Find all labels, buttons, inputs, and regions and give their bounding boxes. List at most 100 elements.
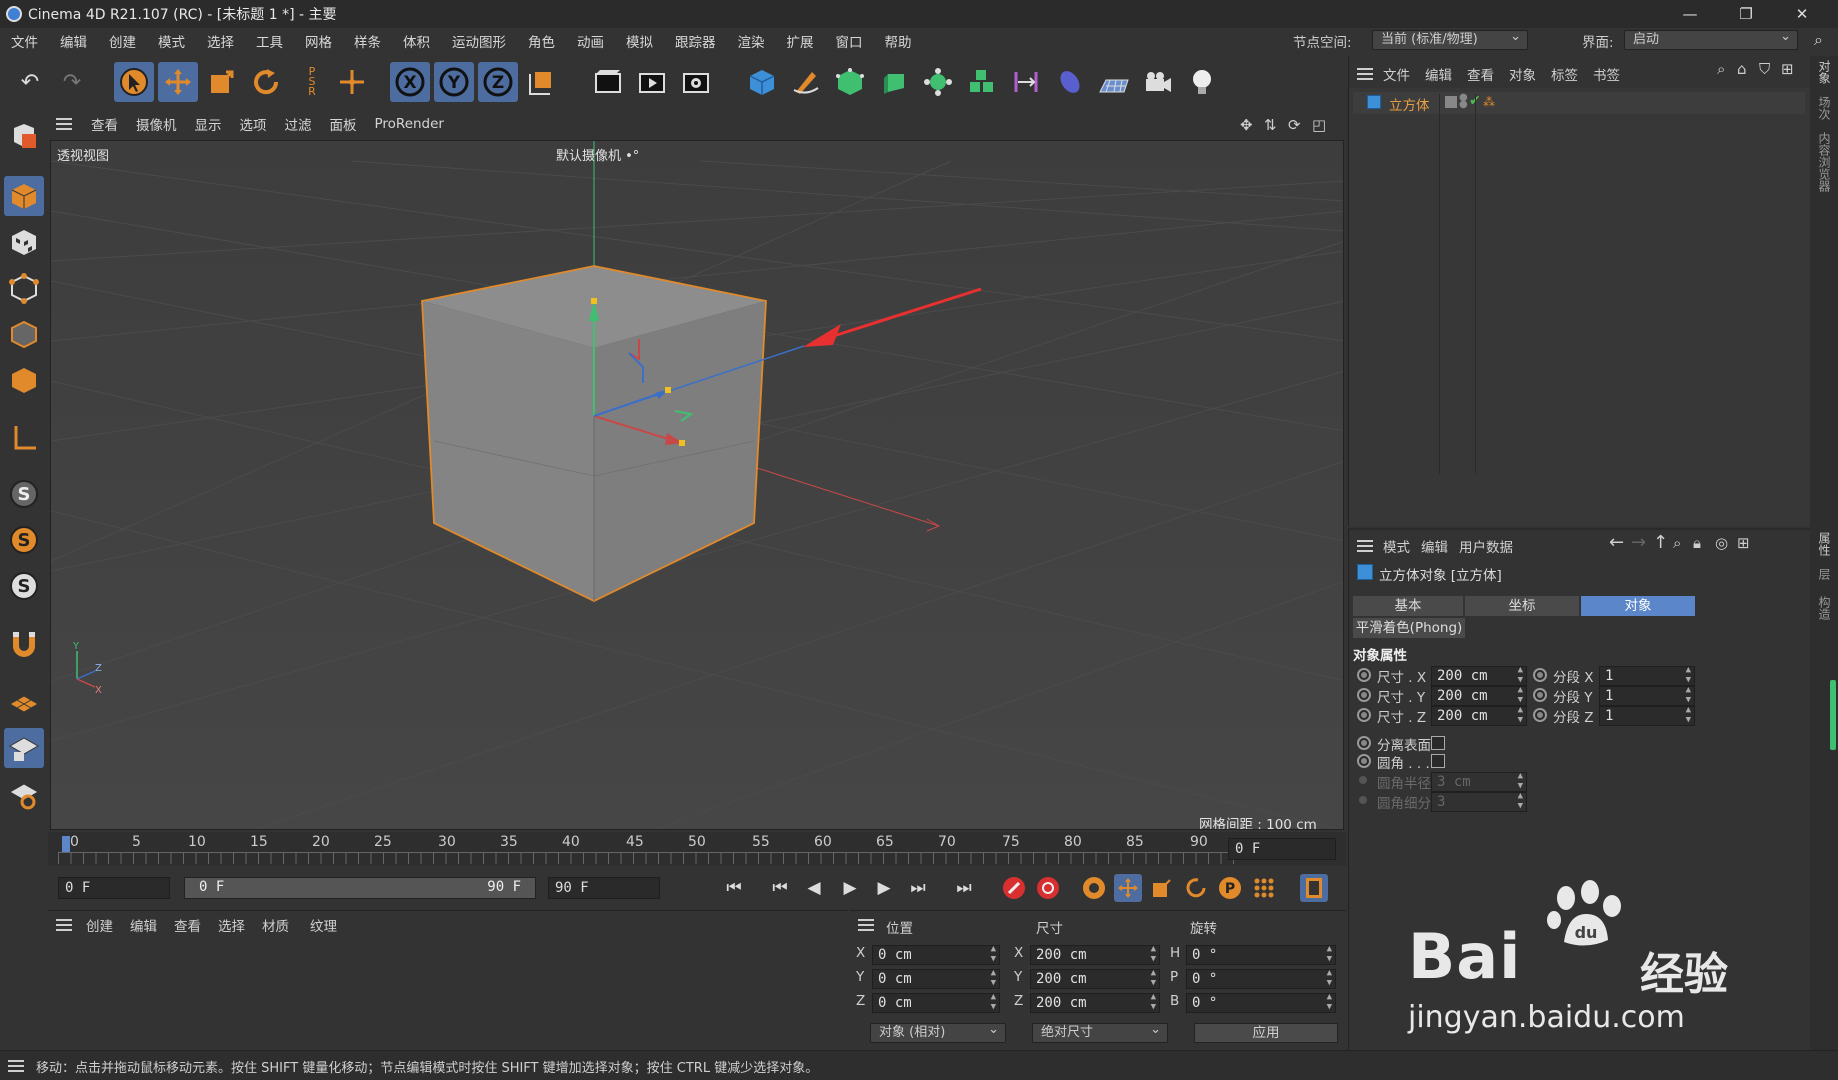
cube-primitive-icon[interactable] [742, 62, 782, 102]
psr-icon[interactable]: PSR [292, 62, 332, 102]
current-frame-field[interactable]: 0 F [1228, 838, 1336, 860]
dock-tab-layers[interactable]: 层 [1816, 568, 1833, 580]
previous-key-icon[interactable]: ⏮ [766, 874, 794, 902]
frame-range-slider[interactable]: 0 F 90 F [184, 877, 536, 899]
menu-tracker[interactable]: 跟踪器 [664, 31, 727, 51]
layer-icon[interactable] [1445, 96, 1457, 108]
layout-dropdown[interactable]: 启动 [1624, 28, 1798, 50]
material-menu-select[interactable]: 选择 [218, 915, 245, 935]
coord-rot-b-field[interactable]: 0 ° ▲ ▼ [1186, 992, 1336, 1013]
previous-frame-icon[interactable]: ◀ [800, 874, 828, 902]
array-icon[interactable] [962, 62, 1002, 102]
rotate-tool-icon[interactable] [246, 62, 286, 102]
coord-pos-z-field[interactable]: 0 cm ▲ ▼ [872, 992, 1000, 1013]
menu-simulate[interactable]: 模拟 [615, 31, 664, 51]
coord-rot-p-field[interactable]: 0 ° ▲ ▼ [1186, 968, 1336, 989]
x-axis-lock-icon[interactable]: X [390, 62, 430, 102]
render-to-picture-viewer-icon[interactable] [632, 62, 672, 102]
viewport-menu-view[interactable]: 查看 [82, 114, 127, 134]
axis-mode-icon[interactable] [4, 418, 44, 458]
fillet-animate-radio[interactable] [1357, 754, 1371, 768]
object-menu-tags[interactable]: 标签 [1551, 64, 1578, 84]
menu-character[interactable]: 角色 [517, 31, 566, 51]
menu-edit[interactable]: 编辑 [49, 31, 98, 51]
solo-off-icon[interactable]: S [4, 566, 44, 606]
y-axis-lock-icon[interactable]: Y [434, 62, 474, 102]
restore-button[interactable]: ❐ [1718, 0, 1774, 28]
next-frame-icon[interactable]: ▶ [870, 874, 898, 902]
status-menu-hamburger-icon[interactable] [8, 1060, 24, 1072]
size-x-field[interactable]: 200 cm ▲ ▼ [1431, 665, 1527, 686]
pen-spline-icon[interactable] [786, 62, 826, 102]
z-axis-lock-icon[interactable]: Z [478, 62, 518, 102]
attribute-menu-mode[interactable]: 模式 [1383, 536, 1410, 556]
size-y-field[interactable]: 200 cm ▲ ▼ [1431, 685, 1527, 706]
menu-window[interactable]: 窗口 [825, 31, 874, 51]
menu-volume[interactable]: 体积 [392, 31, 441, 51]
menu-help[interactable]: 帮助 [874, 31, 923, 51]
menu-spline[interactable]: 样条 [343, 31, 392, 51]
coord-menu-hamburger-icon[interactable] [858, 919, 874, 931]
menu-mode[interactable]: 模式 [147, 31, 196, 51]
workplane-lock-icon[interactable] [4, 728, 44, 768]
select-tool-icon[interactable] [114, 62, 154, 102]
search-icon[interactable]: ⌕ [1814, 30, 1823, 50]
object-filter-icon[interactable]: ⛉ [1759, 60, 1770, 78]
timeline-playhead[interactable] [62, 836, 70, 852]
viewport-menu-prorender[interactable]: ProRender [366, 116, 453, 132]
tab-phong[interactable]: 平滑着色(Phong) [1353, 618, 1465, 638]
object-menu-hamburger-icon[interactable] [1357, 68, 1373, 80]
extrude-icon[interactable] [874, 62, 914, 102]
object-search-icon[interactable]: ⌕ [1717, 60, 1725, 78]
subdivision-surface-icon[interactable] [830, 62, 870, 102]
record-keys-icon[interactable] [1000, 874, 1028, 902]
redo-icon[interactable]: ↷ [52, 62, 92, 102]
lock-icon[interactable]: 🔒︎ [1693, 534, 1701, 552]
link-icon[interactable]: ◎ [1715, 534, 1728, 552]
texture-mode-icon[interactable] [4, 222, 44, 262]
node-space-dropdown[interactable]: 当前 (标准/物理) [1372, 28, 1528, 50]
coordinate-system-icon[interactable] [522, 62, 562, 102]
coord-mode-dropdown[interactable]: 对象 (相对) [870, 1021, 1006, 1043]
edges-mode-icon[interactable] [4, 314, 44, 354]
menu-extensions[interactable]: 扩展 [776, 31, 825, 51]
camera-icon[interactable] [1138, 62, 1178, 102]
start-frame-field[interactable]: 0 F [58, 877, 170, 899]
model-mode-icon[interactable] [4, 176, 44, 216]
menu-tools[interactable]: 工具 [245, 31, 294, 51]
segments-y-animate-radio[interactable] [1533, 688, 1547, 702]
separate-surfaces-animate-radio[interactable] [1357, 736, 1371, 750]
dock-scroll-indicator[interactable] [1830, 680, 1836, 750]
polygons-mode-icon[interactable] [4, 360, 44, 400]
object-menu-edit[interactable]: 编辑 [1425, 64, 1452, 84]
go-to-end-icon[interactable]: ⏭ [950, 874, 978, 902]
close-button[interactable]: ✕ [1774, 0, 1830, 28]
visibility-dots-icon[interactable]: ● ● [1459, 93, 1468, 110]
render-view-icon[interactable] [588, 62, 628, 102]
attribute-search-icon[interactable]: ⌕ [1673, 534, 1681, 552]
coord-pos-y-field[interactable]: 0 cm ▲ ▼ [872, 968, 1000, 989]
fillet-checkbox[interactable] [1431, 754, 1445, 768]
play-icon[interactable]: ▶ [836, 874, 864, 902]
size-y-animate-radio[interactable] [1357, 688, 1371, 702]
light-icon[interactable] [1182, 62, 1222, 102]
tab-object[interactable]: 对象 [1581, 596, 1695, 616]
viewport-pan-icon[interactable]: ✥ [1240, 116, 1253, 134]
dock-tab-takes[interactable]: 场次 [1816, 96, 1833, 120]
object-menu-file[interactable]: 文件 [1383, 64, 1410, 84]
object-menu-view[interactable]: 查看 [1467, 64, 1494, 84]
dock-tab-structure[interactable]: 构造 [1816, 596, 1833, 620]
attribute-menu-user-data[interactable]: 用户数据 [1459, 536, 1513, 556]
segments-z-animate-radio[interactable] [1533, 708, 1547, 722]
segments-x-animate-radio[interactable] [1533, 668, 1547, 682]
dock-tab-content-browser[interactable]: 内容浏览器 [1816, 132, 1833, 192]
up-arrow-icon[interactable]: ↑ [1653, 532, 1668, 553]
tab-basic[interactable]: 基本 [1353, 596, 1463, 616]
material-menu-create[interactable]: 创建 [86, 915, 113, 935]
solo-hierarchy-icon[interactable]: S [4, 520, 44, 560]
go-to-start-icon[interactable]: ⏮ [720, 874, 748, 902]
end-frame-field[interactable]: 90 F [548, 877, 660, 899]
cloner-icon[interactable] [918, 62, 958, 102]
attribute-menu-edit[interactable]: 编辑 [1421, 536, 1448, 556]
dock-tab-attributes[interactable]: 属性 [1816, 532, 1833, 556]
